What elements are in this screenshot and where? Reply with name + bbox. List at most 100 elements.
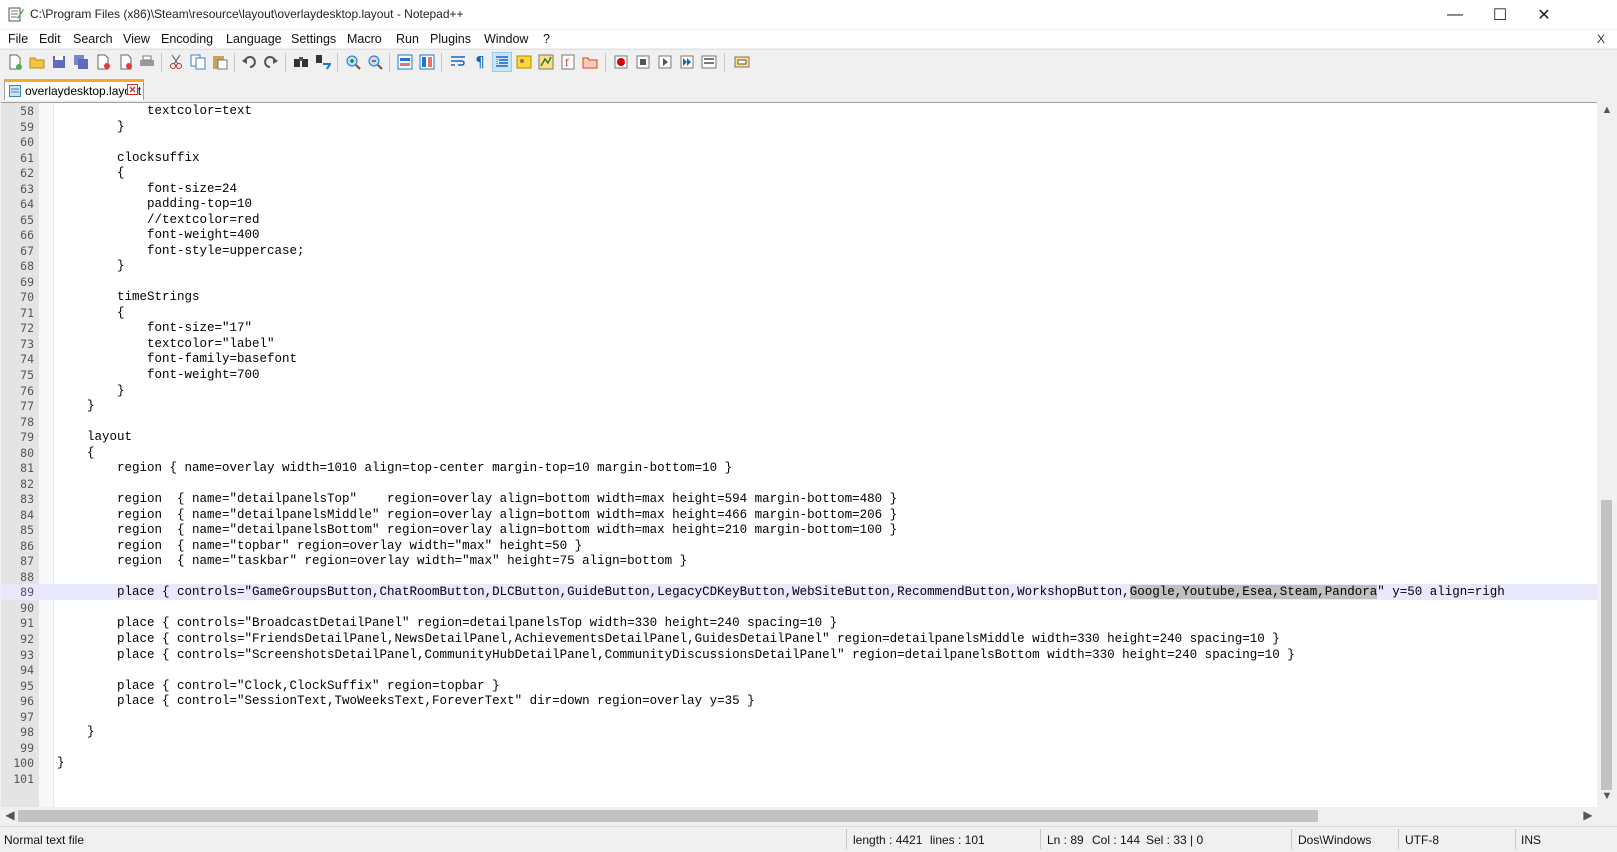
code-line[interactable]: 92 place { controls="FriendsDetailPanel,… — [1, 631, 1597, 647]
menu-settings[interactable]: Settings — [291, 32, 336, 46]
replace-icon[interactable] — [314, 53, 332, 71]
close-document-button[interactable]: X — [1597, 32, 1605, 46]
code-line[interactable]: 80 { — [1, 445, 1597, 461]
code-line[interactable]: 82 — [1, 476, 1597, 492]
code-line[interactable]: 73 textcolor="label" — [1, 336, 1597, 352]
save-icon[interactable] — [50, 53, 68, 71]
menu-macro[interactable]: Macro — [347, 32, 382, 46]
record-macro-icon[interactable] — [612, 53, 630, 71]
find-icon[interactable] — [292, 53, 310, 71]
code-line[interactable]: 72 font-size="17" — [1, 320, 1597, 336]
code-line[interactable]: 67 font-style=uppercase; — [1, 243, 1597, 259]
code-line[interactable]: 79 layout — [1, 429, 1597, 445]
word-wrap-icon[interactable] — [449, 53, 467, 71]
code-text[interactable]: timeStrings — [57, 289, 200, 305]
menu-plugins[interactable]: Plugins — [430, 32, 471, 46]
code-line[interactable]: 78 — [1, 414, 1597, 430]
sync-vertical-icon[interactable] — [396, 53, 414, 71]
code-line[interactable]: 62 { — [1, 165, 1597, 181]
code-text[interactable]: font-style=uppercase; — [57, 243, 305, 259]
cut-icon[interactable] — [167, 53, 185, 71]
code-text[interactable]: region { name=overlay width=1010 align=t… — [57, 460, 732, 476]
code-line[interactable]: 66 font-weight=400 — [1, 227, 1597, 243]
code-line[interactable]: 64 padding-top=10 — [1, 196, 1597, 212]
code-text[interactable]: clocksuffix — [57, 150, 200, 166]
vertical-scrollbar[interactable]: ▲ ▼ — [1597, 102, 1616, 807]
menu-window[interactable]: Window — [484, 32, 528, 46]
code-line[interactable]: 58 textcolor=text — [1, 103, 1597, 119]
open-file-icon[interactable] — [28, 53, 46, 71]
menu-file[interactable]: File — [8, 32, 28, 46]
code-text[interactable]: } — [57, 755, 65, 771]
code-text[interactable]: { — [57, 165, 125, 181]
code-text[interactable]: place { controls="ScreenshotsDetailPanel… — [57, 647, 1295, 663]
menu-language[interactable]: Language — [226, 32, 282, 46]
function-list-icon[interactable]: f — [559, 53, 577, 71]
code-text[interactable]: font-size=24 — [57, 181, 237, 197]
code-line[interactable]: 99 — [1, 740, 1597, 756]
redo-icon[interactable] — [262, 53, 280, 71]
code-text[interactable]: font-weight=700 — [57, 367, 260, 383]
code-text[interactable]: { — [57, 445, 95, 461]
save-all-icon[interactable] — [72, 53, 90, 71]
code-line[interactable]: 59 } — [1, 119, 1597, 135]
code-line[interactable]: 98 } — [1, 724, 1597, 740]
code-text[interactable]: textcolor="label" — [57, 336, 275, 352]
code-text[interactable]: region { name="detailpanelsTop" region=o… — [57, 491, 897, 507]
code-text[interactable]: region { name="taskbar" region=overlay w… — [57, 553, 687, 569]
indent-guide-icon[interactable] — [492, 52, 512, 72]
code-line[interactable]: 101 — [1, 771, 1597, 787]
code-text[interactable]: layout — [57, 429, 132, 445]
code-line[interactable]: 90 — [1, 600, 1597, 616]
code-text[interactable]: place { controls="GameGroupsButton,ChatR… — [57, 584, 1505, 600]
code-text[interactable]: font-family=basefont — [57, 351, 297, 367]
user-defined-language-icon[interactable] — [515, 53, 533, 71]
scroll-left-icon[interactable]: ◀ — [3, 808, 17, 822]
folder-as-workspace-icon[interactable] — [581, 53, 599, 71]
close-icon[interactable] — [94, 53, 112, 71]
code-line[interactable]: 88 — [1, 569, 1597, 585]
menu-help[interactable]: ? — [543, 32, 550, 46]
code-line[interactable]: 96 place { control="SessionText,TwoWeeks… — [1, 693, 1597, 709]
code-line[interactable]: 94 — [1, 662, 1597, 678]
sync-horizontal-icon[interactable] — [418, 53, 436, 71]
code-line[interactable]: 89 place { controls="GameGroupsButton,Ch… — [1, 584, 1597, 600]
monitoring-icon[interactable] — [733, 53, 751, 71]
code-text[interactable]: } — [57, 383, 125, 399]
code-text[interactable]: place { control="SessionText,TwoWeeksTex… — [57, 693, 755, 709]
code-text[interactable]: } — [57, 398, 95, 414]
undo-icon[interactable] — [240, 53, 258, 71]
document-map-icon[interactable] — [537, 53, 555, 71]
print-icon[interactable] — [138, 53, 156, 71]
zoom-in-icon[interactable] — [344, 53, 362, 71]
horizontal-scroll-thumb[interactable] — [18, 810, 1318, 822]
paste-icon[interactable] — [211, 53, 229, 71]
code-line[interactable]: 71 { — [1, 305, 1597, 321]
code-line[interactable]: 68 } — [1, 258, 1597, 274]
code-text[interactable]: place { control="Clock,ClockSuffix" regi… — [57, 678, 500, 694]
code-line[interactable]: 70 timeStrings — [1, 289, 1597, 305]
code-text[interactable]: place { controls="FriendsDetailPanel,New… — [57, 631, 1280, 647]
play-multiple-icon[interactable] — [678, 53, 696, 71]
copy-icon[interactable] — [189, 53, 207, 71]
code-line[interactable]: 74 font-family=basefont — [1, 351, 1597, 367]
maximize-button[interactable]: ☐ — [1477, 0, 1523, 29]
code-text[interactable]: region { name="detailpanelsMiddle" regio… — [57, 507, 897, 523]
code-text[interactable]: font-weight=400 — [57, 227, 260, 243]
show-all-characters-icon[interactable]: ¶ — [471, 53, 489, 71]
zoom-out-icon[interactable] — [366, 53, 384, 71]
code-text[interactable]: font-size="17" — [57, 320, 252, 336]
code-line[interactable]: 69 — [1, 274, 1597, 290]
scroll-right-icon[interactable]: ▶ — [1581, 808, 1595, 822]
code-line[interactable]: 77 } — [1, 398, 1597, 414]
code-line[interactable]: 65 //textcolor=red — [1, 212, 1597, 228]
code-text[interactable]: textcolor=text — [57, 103, 252, 119]
vertical-scroll-thumb[interactable] — [1601, 500, 1612, 790]
code-text[interactable]: { — [57, 305, 125, 321]
code-line[interactable]: 97 — [1, 709, 1597, 725]
code-line[interactable]: 76 } — [1, 383, 1597, 399]
menu-run[interactable]: Run — [396, 32, 419, 46]
code-text[interactable]: } — [57, 119, 125, 135]
play-macro-icon[interactable] — [656, 53, 674, 71]
code-text[interactable]: place { controls="BroadcastDetailPanel" … — [57, 615, 837, 631]
